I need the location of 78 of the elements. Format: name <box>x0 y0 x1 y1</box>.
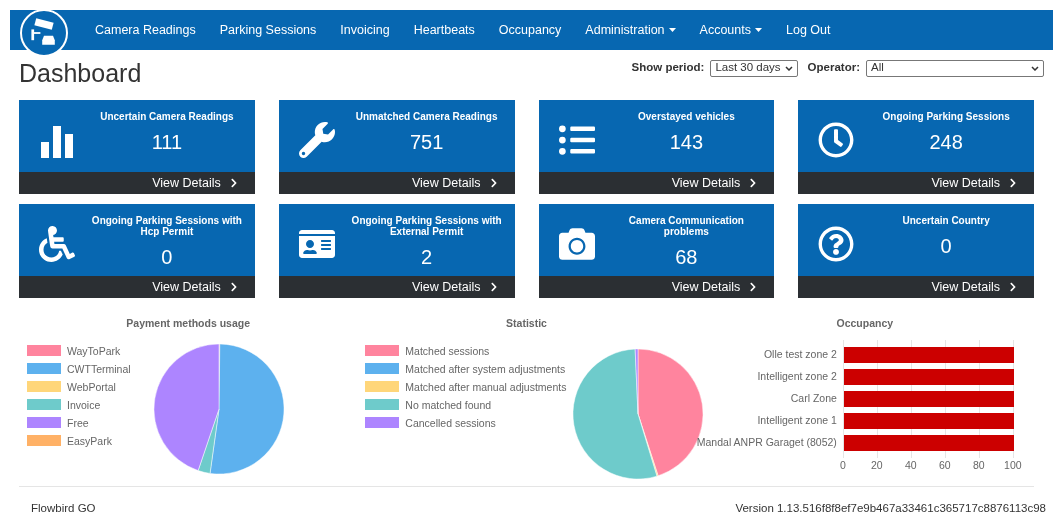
list-icon <box>558 122 595 158</box>
tick-label: 100 <box>1004 457 1022 473</box>
footer-brand: Flowbird GO <box>31 500 96 515</box>
tick-label: 60 <box>939 457 951 473</box>
legend-label: Matched after manual adjustments <box>405 379 567 394</box>
chart-title: Occupancy <box>836 316 894 331</box>
card-title: Unmatched Camera Readings <box>355 111 498 122</box>
nav-link[interactable]: Occupancy <box>486 20 574 40</box>
chevron-right-icon <box>228 178 239 188</box>
card-title: Ongoing Parking Sessions with External Permit <box>350 215 503 237</box>
operator-label: Operator: <box>807 60 860 76</box>
card-count: 68 <box>675 245 698 269</box>
card-count: 751 <box>409 130 444 154</box>
view-details-link[interactable]: View Details <box>798 276 1034 298</box>
view-details-link[interactable]: View Details <box>19 172 255 194</box>
legend-label: Matched after system adjustments <box>405 361 566 376</box>
legend-label: EasyPark <box>67 433 112 448</box>
card-title: Uncertain Country <box>902 215 990 226</box>
legend-label: No matched found <box>405 397 492 412</box>
period-label: Show period: <box>631 60 705 76</box>
card-count: 111 <box>151 130 183 154</box>
chevron-right-icon <box>1008 178 1018 188</box>
legend-label: WayToPark <box>67 343 121 358</box>
axis-label: Mandal ANPR Garaget (8052) <box>696 434 837 450</box>
chevron-right-icon <box>1008 282 1018 292</box>
legend-label: Matched sessions <box>405 343 490 358</box>
legend-label: WebPortal <box>67 379 116 394</box>
wrench-icon <box>298 122 335 158</box>
card-count: 143 <box>669 130 704 154</box>
legend-label: Invoice <box>67 397 101 412</box>
page-title: Dashboard <box>19 58 142 90</box>
wheelchair-icon <box>39 226 75 262</box>
card-title: Overstayed vehicles <box>638 111 735 122</box>
tick-label: 40 <box>905 457 917 473</box>
view-details-link[interactable]: View Details <box>278 172 515 194</box>
operator-select[interactable]: All <box>866 59 1044 77</box>
card-title: Ongoing Parking Sessions <box>882 111 1010 122</box>
clock-icon <box>818 122 855 158</box>
view-details-link[interactable]: View Details <box>19 276 255 298</box>
card-title: Ongoing Parking Sessions with Hcp Permit <box>90 215 243 237</box>
card-title: Uncertain Camera Readings <box>100 111 234 122</box>
chart-title: Statistic <box>506 316 547 331</box>
version-text: Version 1.13.516f8f8ef7e9b467a33461c365717c8876113c98 <box>735 500 1046 515</box>
chevron-right-icon <box>488 282 499 292</box>
axis-label: Carl Zone <box>790 390 837 406</box>
chevron-down-icon <box>1031 65 1039 71</box>
chevron-right-icon <box>228 282 239 292</box>
card-count: 0 <box>940 234 952 258</box>
card-count: 2 <box>421 245 433 269</box>
view-details-link[interactable]: View Details <box>278 276 515 298</box>
period-select[interactable]: Last 30 days <box>710 59 798 77</box>
nav-link[interactable]: Administration <box>573 20 688 40</box>
axis-label: Intelligent zone 1 <box>757 412 837 428</box>
nav-link[interactable]: Parking Sessions <box>207 20 329 40</box>
legend-label: CWTTerminal <box>67 361 131 376</box>
axis-label: Olle test zone 2 <box>763 346 837 362</box>
nav-link[interactable]: Log Out <box>774 20 843 40</box>
view-details-link[interactable]: View Details <box>798 172 1034 194</box>
nav-link[interactable]: Camera Readings <box>83 20 208 40</box>
nav-link[interactable]: Heartbeats <box>401 20 487 40</box>
chart-title: Payment methods usage <box>126 316 250 331</box>
chevron-down-icon <box>784 65 793 71</box>
view-details-link[interactable]: View Details <box>538 276 775 298</box>
tick-label: 0 <box>839 457 846 473</box>
card-count: 248 <box>929 130 963 154</box>
tick-label: 80 <box>973 457 985 473</box>
tick-label: 20 <box>871 457 883 473</box>
legend-label: Free <box>67 415 89 430</box>
card-count: 0 <box>161 245 173 269</box>
card-title: Camera Communication problems <box>627 215 745 237</box>
nav-link[interactable]: Accounts <box>687 20 774 40</box>
chevron-right-icon <box>488 178 499 188</box>
camera-icon <box>558 226 595 262</box>
axis-label: Intelligent zone 2 <box>757 368 837 384</box>
question-icon <box>818 226 855 262</box>
nav-link[interactable]: Invoicing <box>328 20 402 40</box>
legend-label: Cancelled sessions <box>405 415 496 430</box>
view-details-link[interactable]: View Details <box>538 172 775 194</box>
